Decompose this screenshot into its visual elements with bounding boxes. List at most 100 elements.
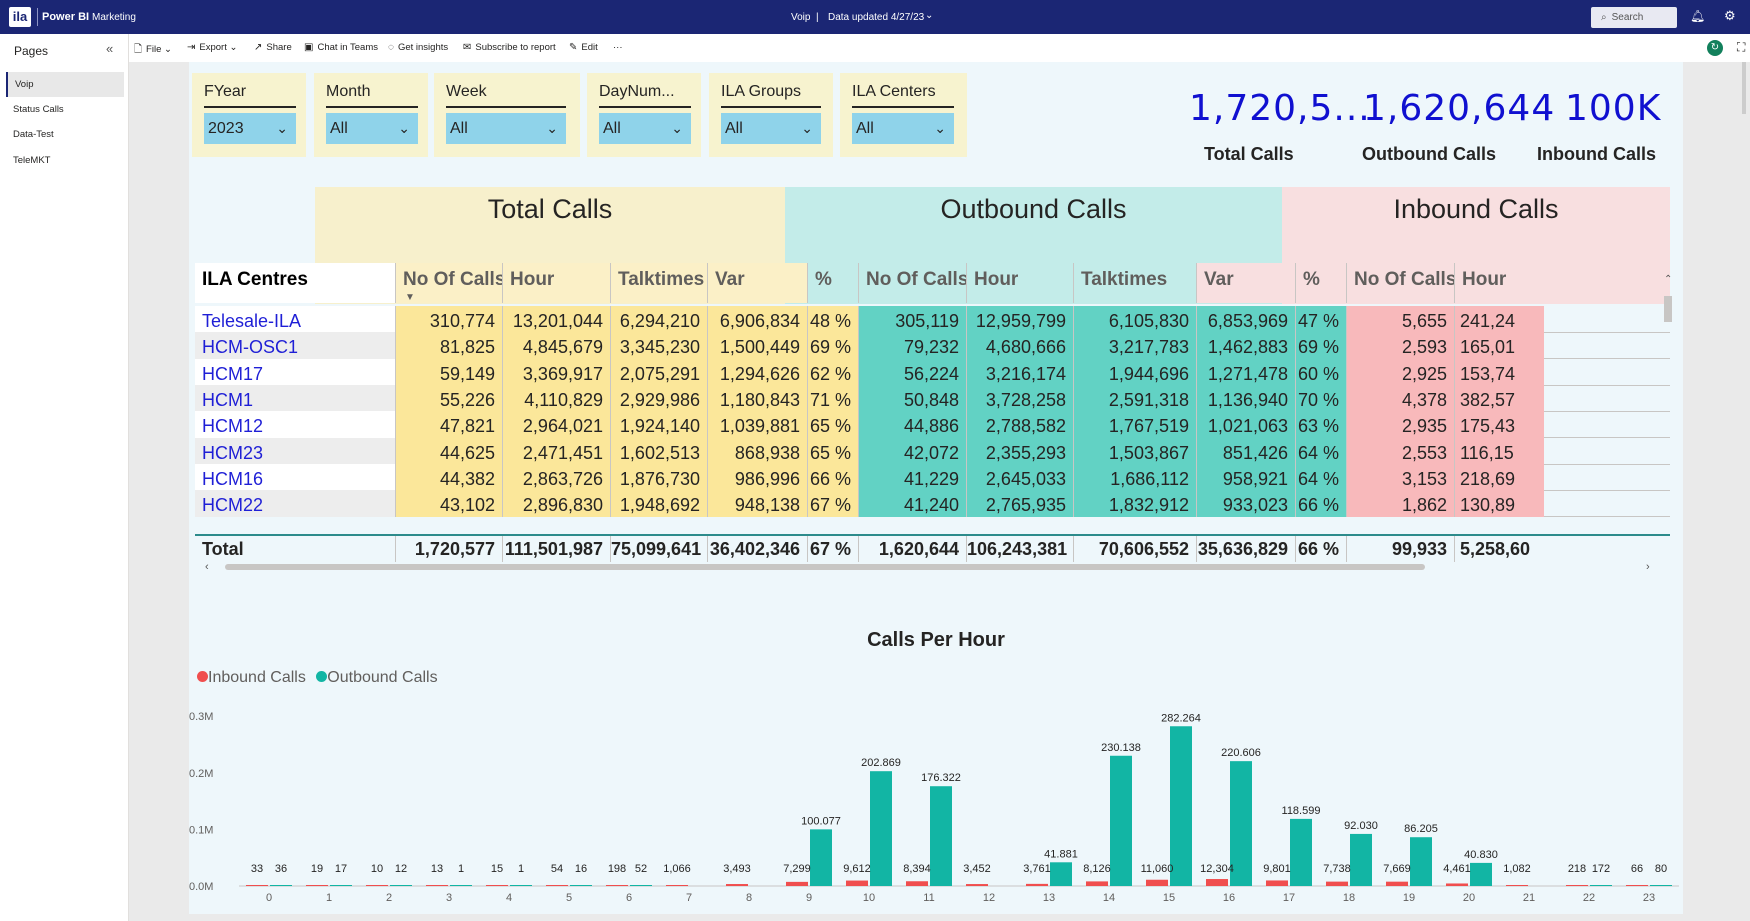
export-icon: ⇥ — [187, 42, 196, 53]
table-cell: 1,944,696 — [1073, 359, 1196, 386]
total-cell: 5,258,60 — [1454, 536, 1544, 562]
slicer-dropdown[interactable]: All ⌄ — [326, 113, 418, 144]
table-row[interactable]: HCM22 43,102 2,896,830 1,948,692 948,138 67 %… — [195, 490, 1670, 517]
collapse-pane-icon[interactable]: « — [106, 41, 113, 56]
sort-descending-icon[interactable]: ▼ — [405, 292, 415, 303]
slicer-value: All — [603, 120, 621, 137]
scroll-up-icon[interactable]: ⌃ — [1664, 274, 1672, 285]
column-header[interactable]: % — [807, 263, 858, 303]
data-label-outbound: 202.869 — [861, 757, 901, 769]
table-row[interactable]: HCM-OSC1 81,825 4,845,679 3,345,230 1,500,44… — [195, 332, 1670, 359]
slicer-ila-groups: ILA Groups All ⌄ — [709, 73, 833, 157]
chevron-down-icon: ⌄ — [276, 120, 288, 136]
slicer-dropdown[interactable]: All ⌄ — [599, 113, 691, 144]
get-insights-button[interactable]: ◌ Get insights — [388, 42, 448, 53]
slicer-title: DayNum... — [599, 83, 675, 100]
table-row[interactable]: HCM1 55,226 4,110,829 2,929,986 1,180,843 71 … — [195, 385, 1670, 412]
centre-name-cell[interactable]: HCM12 — [195, 411, 395, 438]
subscribe-icon: ✉ — [463, 42, 472, 53]
table-row[interactable]: HCM17 59,149 3,369,917 2,075,291 1,294,626 62… — [195, 359, 1670, 386]
table-row[interactable]: HCM23 44,625 2,471,451 1,602,513 868,938 65 %… — [195, 438, 1670, 465]
column-header[interactable]: Hour — [502, 263, 610, 303]
canvas-scrollbar[interactable] — [1742, 62, 1746, 114]
more-options-button[interactable]: ··· — [613, 42, 623, 53]
centre-name-cell[interactable]: HCM1 — [195, 385, 395, 412]
column-header[interactable]: Hour — [966, 263, 1073, 303]
export-menu[interactable]: ⇥ Export ⌄ — [187, 42, 237, 53]
column-header[interactable]: No Of Calls — [1346, 263, 1454, 303]
centre-name-cell[interactable]: HCM23 — [195, 438, 395, 465]
column-header[interactable]: No Of Calls — [858, 263, 966, 303]
data-label-outbound: 118.599 — [1282, 805, 1321, 817]
column-header[interactable]: Var — [707, 263, 807, 303]
column-header[interactable]: Hour — [1454, 263, 1670, 303]
calls-per-hour-chart: 0.0M0.1M0.2M0.3M33 36019 17110 12213 1315 145… — [189, 711, 1679, 904]
column-header-centre[interactable]: ILA Centres — [195, 263, 395, 303]
table-row[interactable]: HCM16 44,382 2,863,726 1,876,730 986,996 66 %… — [195, 464, 1670, 491]
app-name[interactable]: Power BI — [42, 11, 89, 23]
share-button[interactable]: ↗ Share — [254, 42, 292, 53]
data-updated-label[interactable]: Data updated 4/27/23 — [828, 12, 924, 23]
edit-button[interactable]: ✎ Edit — [569, 42, 598, 53]
x-tick-label: 1 — [326, 892, 332, 904]
centre-name-cell[interactable]: HCM17 — [195, 359, 395, 386]
legend-outbound-marker — [316, 671, 328, 682]
file-menu[interactable]: 🗋 File ⌄ — [134, 42, 172, 59]
slicer-dropdown[interactable]: 2023 ⌄ — [204, 113, 296, 144]
bar-inbound — [1266, 880, 1288, 886]
chat-in-teams-button[interactable]: ▣ Chat in Teams — [304, 42, 378, 53]
scroll-left-icon[interactable]: ‹ — [205, 561, 209, 573]
centre-name-cell[interactable]: HCM16 — [195, 464, 395, 491]
bell-icon[interactable]: 🔔︎ — [1690, 9, 1705, 23]
page-item-data-test[interactable]: Data-Test — [6, 122, 124, 147]
file-label: File — [146, 44, 162, 55]
centre-name-cell[interactable]: Telesale-ILA — [195, 306, 395, 333]
fullscreen-icon[interactable]: ⛶ — [1737, 40, 1745, 55]
data-label-outbound: 1 — [458, 863, 464, 875]
column-header[interactable]: Talktimes — [610, 263, 707, 303]
table-cell: 130,89 — [1454, 490, 1544, 517]
table-row[interactable]: Telesale-ILA 310,774 13,201,044 6,294,210 6,… — [195, 306, 1670, 333]
table-cell: 2,929,986 — [610, 385, 707, 412]
search-input[interactable]: ⌕ Search — [1591, 7, 1677, 28]
centre-name-cell[interactable]: HCM-OSC1 — [195, 332, 395, 359]
bar-inbound — [1446, 883, 1468, 886]
data-label-inbound: 218 — [1568, 863, 1586, 875]
page-item-telemkt[interactable]: TeleMKT — [6, 148, 124, 173]
page-item-voip[interactable]: Voip — [6, 72, 124, 97]
data-label-outbound: 100.077 — [801, 815, 841, 827]
matrix-horizontal-scrollbar[interactable] — [225, 564, 1425, 570]
data-label-outbound: 220.606 — [1221, 747, 1261, 759]
chevron-down-icon[interactable]: ⌄ — [925, 10, 933, 21]
page-item-status-calls[interactable]: Status Calls — [6, 97, 124, 122]
table-cell: 63 % — [1295, 411, 1346, 438]
table-row[interactable]: HCM12 47,821 2,964,021 1,924,140 1,039,881 65… — [195, 411, 1670, 438]
table-cell: 1,767,519 — [1073, 411, 1196, 438]
workspace-name[interactable]: Marketing — [92, 12, 136, 23]
legend-outbound-label[interactable]: Outbound Calls — [327, 669, 437, 686]
bar-inbound — [246, 885, 268, 886]
column-header[interactable]: Var — [1196, 263, 1295, 303]
slicer-dropdown[interactable]: All ⌄ — [721, 113, 821, 144]
chart-legend: Inbound Calls Outbound Calls — [197, 669, 438, 687]
subscribe-button[interactable]: ✉ Subscribe to report — [463, 42, 556, 53]
legend-inbound-label[interactable]: Inbound Calls — [208, 669, 306, 686]
table-cell: 70 % — [1295, 385, 1346, 412]
total-cell: 75,099,641 — [610, 536, 707, 562]
slicer-dropdown[interactable]: All ⌄ — [446, 113, 566, 144]
slicer-dropdown[interactable]: All ⌄ — [852, 113, 954, 144]
refresh-icon[interactable]: ↻ — [1707, 40, 1723, 56]
data-label-outbound: 52 — [635, 863, 647, 875]
table-cell: 3,345,230 — [610, 332, 707, 359]
teams-label: Chat in Teams — [317, 42, 379, 53]
table-cell: 6,906,834 — [707, 306, 807, 333]
gear-icon[interactable]: ⚙ — [1724, 8, 1736, 24]
bar-outbound — [870, 771, 892, 886]
table-cell: 55,226 — [395, 385, 502, 412]
column-header[interactable]: % — [1295, 263, 1346, 303]
bar-inbound — [366, 885, 388, 886]
centre-name-cell[interactable]: HCM22 — [195, 490, 395, 517]
column-header[interactable]: Talktimes — [1073, 263, 1196, 303]
scroll-right-icon[interactable]: › — [1646, 561, 1650, 573]
data-label-inbound: 33 — [251, 863, 263, 875]
